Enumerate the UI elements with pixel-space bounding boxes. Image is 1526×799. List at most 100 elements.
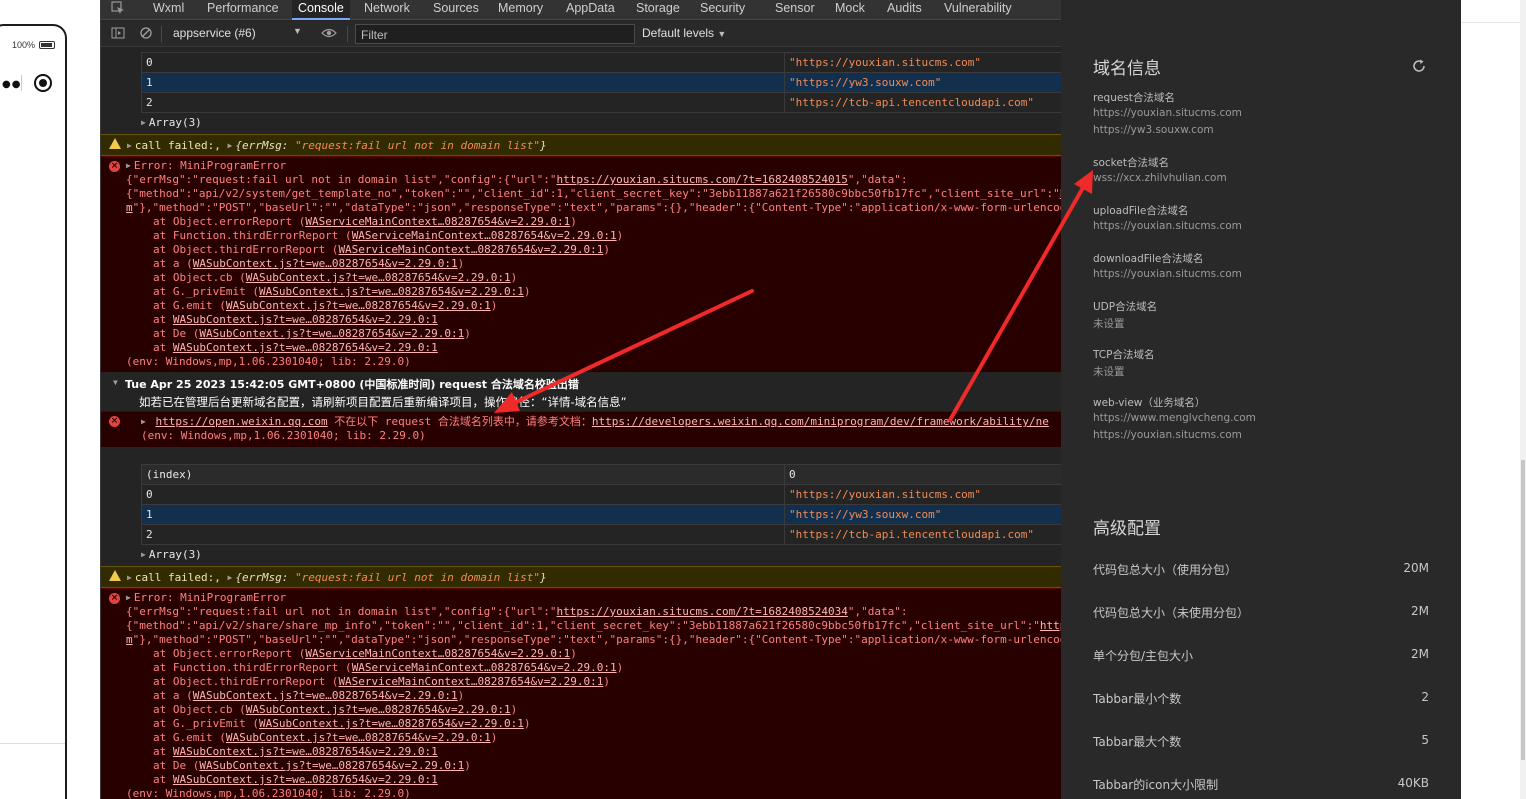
config-value: 2	[1421, 690, 1429, 704]
refresh-icon[interactable]	[1411, 58, 1427, 74]
phone-divider	[0, 743, 65, 744]
stack-frame: at G.emit (WASubContext.js?t=we…08287654…	[153, 731, 497, 745]
stack-link[interactable]: WAServiceMainContext…08287654&v=2.29.0:1	[305, 215, 570, 228]
config-row: Tabbar最小个数 2	[1093, 690, 1429, 707]
stack-frame: at Function.thirdErrorReport (WAServiceM…	[153, 661, 623, 675]
tab-vulnerability[interactable]: Vulnerability	[938, 0, 1018, 20]
tab-sensor[interactable]: Sensor	[769, 0, 821, 20]
console-error[interactable]: × ▶ Error: MiniProgramError {"errMsg":"re…	[101, 588, 1061, 799]
stack-end: )	[510, 703, 518, 716]
stack-end: )	[457, 257, 465, 270]
context-selector[interactable]: appservice (#6)	[173, 26, 256, 40]
console-error[interactable]: × ▶ https://open.weixin.qq.com 不在以下 requ…	[101, 411, 1061, 447]
tab-mock[interactable]: Mock	[829, 0, 871, 20]
error-link[interactable]: https://youxian.situcms.com/?t=168240852…	[556, 173, 847, 186]
tab-network[interactable]: Network	[358, 0, 416, 20]
stack-link[interactable]: WASubContext.js?t=we…08287654&v=2.29.0:1	[193, 689, 458, 702]
table-row[interactable]: 2 "https://tcb-api.tencentcloudapi.com"	[141, 524, 1061, 545]
error-link[interactable]: https://youxian.situcms.com/?t=168240852…	[556, 605, 847, 618]
stack-link[interactable]: WASubContext.js?t=we…08287654&v=2.29.0:1	[246, 703, 511, 716]
zoom-level: 100%	[12, 40, 36, 50]
console-group-header[interactable]: ▼ Tue Apr 25 2023 15:42:05 GMT+0800 (中国标…	[101, 374, 1061, 392]
stack-frame: at WASubContext.js?t=we…08287654&v=2.29.…	[153, 745, 438, 759]
eye-icon[interactable]	[321, 26, 337, 40]
table-row[interactable]: 2 "https://tcb-api.tencentcloudapi.com"	[141, 92, 1061, 113]
console-warning[interactable]: ▶ call failed:, ▶ {errMsg: "request:fail u…	[101, 566, 1061, 588]
stack-link[interactable]: WAServiceMainContext…08287654&v=2.29.0:1	[352, 661, 617, 674]
array-expander[interactable]: ▶ Array(3)	[141, 548, 202, 561]
console-table: 0 "https://youxian.situcms.com" 1 "https:/…	[141, 52, 1061, 113]
tab-memory[interactable]: Memory	[492, 0, 549, 20]
table-header-index[interactable]: (index)	[141, 464, 785, 485]
stack-frame: at De (WASubContext.js?t=we…08287654&v=2…	[153, 327, 471, 341]
stack-link[interactable]: WASubContext.js?t=we…08287654&v=2.29.0:1	[246, 271, 511, 284]
error-link[interactable]: m	[126, 633, 133, 646]
stack-link[interactable]: WASubContext.js?t=we…08287654&v=2.29.0:1	[173, 313, 438, 326]
error-link[interactable]: m	[126, 201, 133, 214]
stack-link[interactable]: WASubContext.js?t=we…08287654&v=2.29.0:1	[259, 717, 524, 730]
domain-value: https://youxian.situcms.com	[1093, 107, 1242, 119]
stack-frame: at Object.errorReport (WAServiceMainCont…	[153, 215, 577, 229]
domain-value: 未设置	[1093, 366, 1125, 378]
console-warning[interactable]: ▶ call failed:, ▶ {errMsg: "request:fail u…	[101, 134, 1061, 156]
array-label: Array(3)	[148, 116, 202, 129]
inspect-element-icon[interactable]	[111, 1, 125, 15]
stack-link[interactable]: WAServiceMainContext…08287654&v=2.29.0:1	[305, 647, 570, 660]
warning-obj-value: "request:fail url not in domain list"	[294, 139, 541, 152]
more-dots-icon[interactable]: ●●	[2, 79, 21, 90]
stack-link[interactable]: WASubContext.js?t=we…08287654&v=2.29.0:1	[173, 745, 438, 758]
array-expander[interactable]: ▶ Array(3)	[141, 116, 202, 129]
table-header-value[interactable]: 0	[784, 464, 1061, 485]
sidebar-toggle-icon[interactable]	[111, 26, 125, 40]
stack-fn: at	[153, 773, 173, 786]
stack-fn: at Object.thirdErrorReport (	[153, 675, 339, 688]
stack-frame: at a (WASubContext.js?t=we…08287654&v=2.…	[153, 689, 464, 703]
collapse-triangle-icon[interactable]: ▼	[113, 378, 118, 387]
chevron-down-icon[interactable]: ▼	[293, 26, 302, 36]
table-row[interactable]: 0 "https://youxian.situcms.com"	[141, 484, 1061, 505]
error-icon: ×	[109, 593, 120, 604]
error-line: {"errMsg":"request:fail url not in domai…	[126, 173, 907, 187]
stack-link[interactable]: WASubContext.js?t=we…08287654&v=2.29.0:1	[226, 299, 491, 312]
log-levels-dropdown[interactable]: Default levels ▼	[642, 26, 726, 40]
stack-link[interactable]: WAServiceMainContext…08287654&v=2.29.0:1	[338, 243, 603, 256]
error-line: m"},"method":"POST","baseUrl":"","dataTy…	[126, 633, 1061, 647]
stack-link[interactable]: WASubContext.js?t=we…08287654&v=2.29.0:1	[173, 341, 438, 354]
stack-frame: at Object.cb (WASubContext.js?t=we…08287…	[153, 703, 517, 717]
clear-console-icon[interactable]	[139, 26, 153, 40]
stack-link[interactable]: WASubContext.js?t=we…08287654&v=2.29.0:1	[173, 773, 438, 786]
error-link[interactable]: https://developers.weixin.qq.com/minipro…	[592, 415, 1049, 428]
capsule-menu: ●●	[0, 66, 65, 100]
stack-fn: at G.emit (	[153, 299, 226, 312]
scrollbar-thumb[interactable]	[1521, 460, 1525, 760]
stack-fn: at	[153, 341, 173, 354]
table-row[interactable]: 1 "https://yw3.souxw.com"	[141, 72, 1061, 93]
table-row[interactable]: 0 "https://youxian.situcms.com"	[141, 52, 1061, 73]
console-error[interactable]: × ▶ Error: MiniProgramError {"errMsg":"re…	[101, 156, 1061, 372]
stack-link[interactable]: WASubContext.js?t=we…08287654&v=2.29.0:1	[199, 759, 464, 772]
tab-sources[interactable]: Sources	[427, 0, 485, 20]
stack-link[interactable]: WAServiceMainContext…08287654&v=2.29.0:1	[352, 229, 617, 242]
tab-wxml[interactable]: Wxml	[147, 0, 190, 20]
tab-console[interactable]: Console	[292, 0, 350, 20]
stack-link[interactable]: WASubContext.js?t=we…08287654&v=2.29.0:1	[193, 257, 458, 270]
domain-value: https://www.menglvcheng.com	[1093, 412, 1256, 424]
domain-label: socket合法域名	[1093, 157, 1169, 169]
error-link[interactable]: https://open.weixin.qq.com	[155, 415, 327, 428]
close-target-icon[interactable]	[34, 74, 52, 92]
tab-audits[interactable]: Audits	[881, 0, 928, 20]
error-link[interactable]: http	[1040, 619, 1061, 632]
tab-security[interactable]: Security	[694, 0, 751, 20]
stack-link[interactable]: WASubContext.js?t=we…08287654&v=2.29.0:1	[226, 731, 491, 744]
tab-appdata[interactable]: AppData	[560, 0, 621, 20]
battery-icon	[39, 41, 55, 49]
stack-end: )	[616, 661, 624, 674]
filter-input[interactable]: Filter	[355, 24, 635, 44]
stack-link[interactable]: WAServiceMainContext…08287654&v=2.29.0:1	[338, 675, 603, 688]
tab-storage[interactable]: Storage	[630, 0, 686, 20]
tab-performance[interactable]: Performance	[201, 0, 285, 20]
table-row[interactable]: 1 "https://yw3.souxw.com"	[141, 504, 1061, 525]
stack-link[interactable]: WASubContext.js?t=we…08287654&v=2.29.0:1	[199, 327, 464, 340]
stack-link[interactable]: WASubContext.js?t=we…08287654&v=2.29.0:1	[259, 285, 524, 298]
warning-obj-value: "request:fail url not in domain list"	[294, 571, 541, 584]
